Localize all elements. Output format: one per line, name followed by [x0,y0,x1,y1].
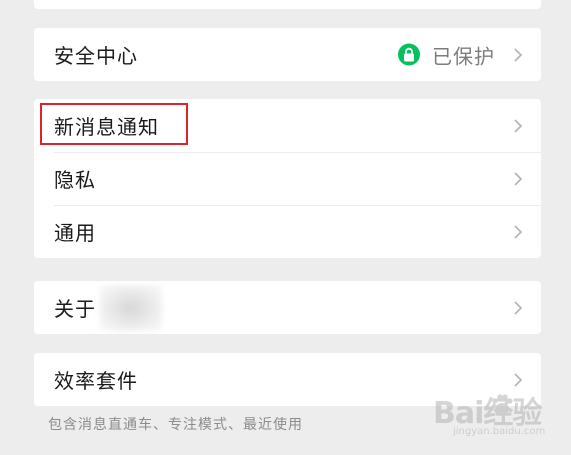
privacy-item[interactable]: 隐私 [34,152,541,205]
security-status: 已保护 [398,40,495,69]
privacy-label: 隐私 [54,168,96,192]
baidu-paw-icon [492,394,513,415]
about-card: 关于 [34,281,541,334]
chevron-right-icon [514,118,523,133]
lock-icon [398,43,420,66]
blurred-app-name [100,284,162,331]
security-card: 安全中心 已保护 [34,28,541,81]
general-item[interactable]: 通用 [34,205,541,258]
efficiency-suite-label: 效率套件 [54,369,138,393]
chevron-right-icon [514,224,523,239]
about-label: 关于 [54,297,96,321]
settings-screen: { "cards": { "security": { "label": "安全中… [0,0,571,455]
top-card-remnant [34,0,541,9]
watermark-sub-text: jingyan.baidu.com [453,426,546,437]
highlight-box [40,103,188,145]
security-center-label: 安全中心 [54,44,138,68]
chevron-right-icon [514,300,523,315]
efficiency-suite-footnote: 包含消息直通车、专注模式、最近使用 [48,417,303,433]
baidu-watermark: Bai经验 jingyan.baidu.com [427,386,559,442]
general-label: 通用 [54,221,96,245]
chevron-right-icon [514,47,523,62]
security-center-item[interactable]: 安全中心 已保护 [34,28,541,81]
chevron-right-icon [514,171,523,186]
security-status-text: 已保护 [432,44,495,68]
about-item[interactable]: 关于 [34,281,541,334]
